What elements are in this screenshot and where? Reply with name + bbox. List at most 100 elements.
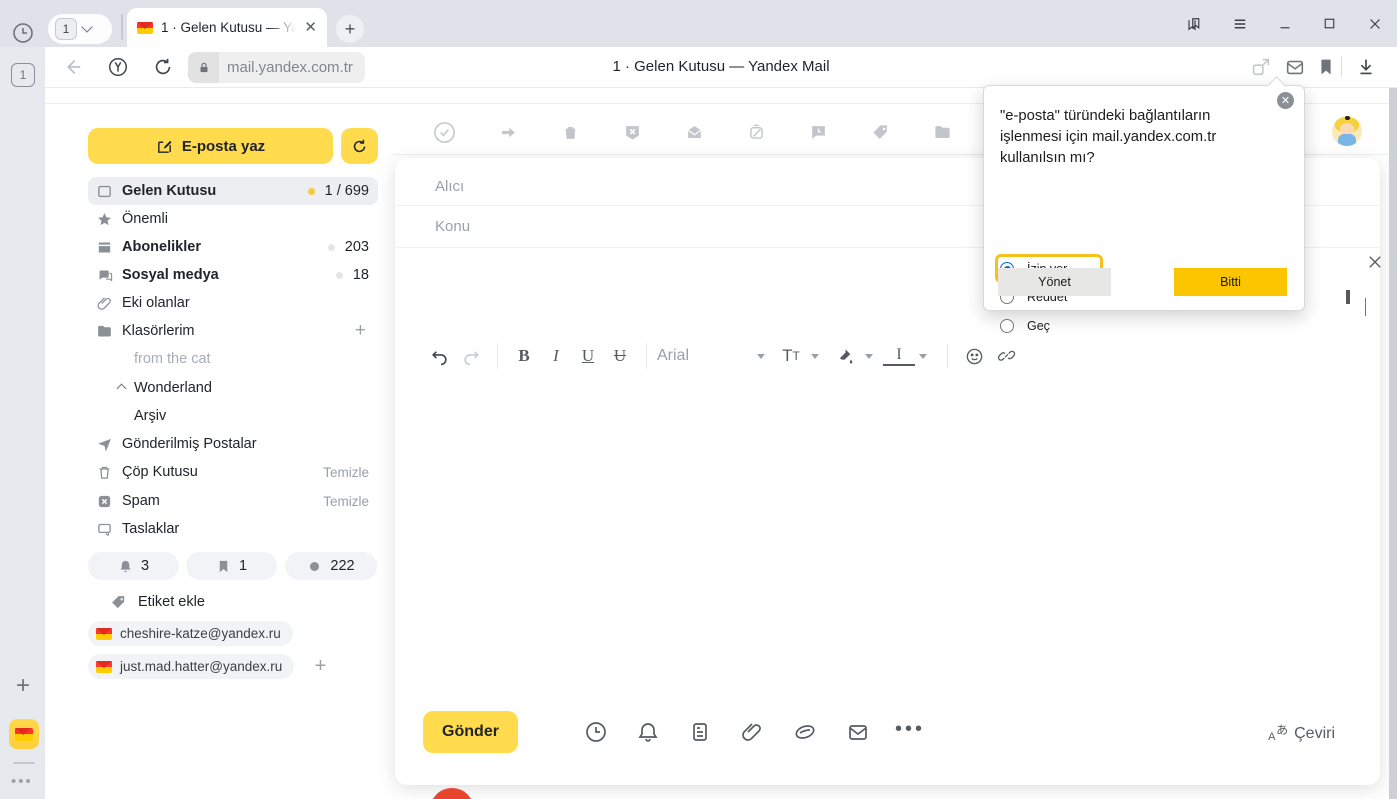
mail-notifier-icon[interactable] <box>1284 56 1306 78</box>
font-size-button[interactable]: TT <box>775 346 807 366</box>
tab-group-count: 1 <box>55 18 77 40</box>
folder-label: Önemli <box>122 211 378 227</box>
add-account-icon[interactable]: + <box>308 654 333 679</box>
sidebar-item-subscriptions[interactable]: Abonelikler 203 <box>88 233 378 261</box>
move-to-folder-icon[interactable] <box>933 123 952 142</box>
close-compose-icon[interactable] <box>1366 253 1384 271</box>
schedule-send-icon[interactable] <box>584 720 608 744</box>
formatting-toolbar: B I U U Arial TT I <box>423 340 1022 372</box>
to-field[interactable]: Alıcı <box>435 178 464 195</box>
radio-label: Geç <box>1027 319 1050 333</box>
sidebar-item-from-the-cat[interactable]: from the cat <box>88 345 378 373</box>
send-button[interactable]: Gönder <box>423 711 518 753</box>
chevron-down-icon[interactable] <box>811 354 819 359</box>
mark-read-icon[interactable] <box>685 123 704 142</box>
strikethrough-button[interactable]: U <box>604 346 636 366</box>
template-icon[interactable] <box>688 720 712 744</box>
rail-more-icon[interactable]: ••• <box>11 773 33 790</box>
sidebar-item-sent[interactable]: Gönderilmiş Postalar <box>88 430 378 458</box>
attach-file-icon[interactable] <box>740 720 764 744</box>
sidebar-item-trash[interactable]: Çöp Kutusu Temizle <box>88 458 378 486</box>
radio-option-skip[interactable]: Geç <box>1000 319 1050 333</box>
reminders-badge[interactable]: 3 <box>88 552 179 580</box>
downloads-icon[interactable] <box>1355 56 1377 78</box>
account-item[interactable]: cheshire-katze@yandex.ru <box>88 621 293 646</box>
redo-icon[interactable] <box>455 347 487 366</box>
browser-tab-strip: 1 1 · Gelen Kutusu — Yand ✕ + <box>0 0 1397 47</box>
link-button[interactable] <box>990 347 1022 366</box>
rail-divider <box>13 762 35 764</box>
yandex-mail-favicon <box>137 22 153 34</box>
chevron-down-icon[interactable] <box>865 354 873 359</box>
mark-spam-icon[interactable] <box>623 123 642 142</box>
subject-field[interactable]: Konu <box>435 218 470 235</box>
refresh-button[interactable] <box>341 128 378 164</box>
text-color-button[interactable]: I <box>883 347 915 366</box>
expand-chevron-icon[interactable] <box>117 383 127 393</box>
tab-counter[interactable]: 1 <box>11 63 35 87</box>
manage-button[interactable]: Yönet <box>998 268 1111 296</box>
badge-count: 3 <box>141 558 149 574</box>
chevron-down-icon[interactable] <box>757 354 765 359</box>
side-panel-icon[interactable] <box>1173 0 1217 47</box>
yandex-mail-app-icon[interactable] <box>9 719 39 749</box>
page-scrollbar[interactable] <box>1389 88 1397 799</box>
delete-icon[interactable] <box>561 123 580 142</box>
close-window-button[interactable] <box>1352 0 1397 47</box>
unread-badge[interactable]: 222 <box>285 552 377 580</box>
bookmark-icon[interactable] <box>1315 56 1337 78</box>
folder-label: Taslaklar <box>122 521 378 537</box>
menu-icon[interactable] <box>1217 0 1262 47</box>
remind-icon[interactable] <box>809 123 828 142</box>
bold-button[interactable]: B <box>508 346 540 366</box>
maximize-button[interactable] <box>1307 0 1352 47</box>
undo-icon[interactable] <box>423 347 455 366</box>
tab-group-pill[interactable]: 1 <box>48 14 112 44</box>
sidebar-item-inbox[interactable]: Gelen Kutusu 1 / 699 <box>88 177 378 205</box>
underline-button[interactable]: U <box>572 346 604 366</box>
new-tab-button[interactable]: + <box>336 15 364 43</box>
add-folder-icon[interactable]: + <box>355 320 366 342</box>
share-icon[interactable] <box>1250 56 1272 78</box>
sidebar-item-with-attachments[interactable]: Eki olanlar <box>88 289 378 317</box>
select-check-icon[interactable] <box>433 121 456 144</box>
chevron-down-icon[interactable] <box>919 354 927 359</box>
account-item[interactable]: just.mad.hatter@yandex.ru <box>88 654 294 679</box>
user-avatar[interactable] <box>1332 116 1362 146</box>
mute-icon[interactable] <box>747 123 766 142</box>
sidebar-item-important[interactable]: Önemli <box>88 205 378 233</box>
history-icon[interactable] <box>11 21 35 45</box>
yandex-mail-logo <box>15 728 33 741</box>
add-label-item[interactable]: Etiket ekle <box>88 588 378 616</box>
attach-from-mail-icon[interactable] <box>846 720 870 744</box>
radio-icon[interactable] <box>1000 319 1014 333</box>
emoji-button[interactable] <box>958 347 990 366</box>
done-button[interactable]: Bitti <box>1174 268 1287 296</box>
clear-folder-link[interactable]: Temizle <box>323 494 369 509</box>
notify-icon[interactable] <box>636 720 660 744</box>
italic-button[interactable]: I <box>540 346 572 366</box>
rail-new-tab-icon[interactable]: + <box>11 674 35 698</box>
sidebar-item-my-folders[interactable]: Klasörlerim + <box>88 317 378 345</box>
tab-close-icon[interactable]: ✕ <box>304 20 317 35</box>
sidebar-item-archive[interactable]: Arşiv <box>88 402 378 430</box>
compose-button[interactable]: E-posta yaz <box>88 128 333 164</box>
collapse-compose-icon[interactable] <box>1365 298 1379 312</box>
attach-from-disk-icon[interactable] <box>793 720 817 744</box>
font-select[interactable]: Arial <box>657 347 753 365</box>
sidebar-item-drafts[interactable]: Taslaklar <box>88 515 378 543</box>
protocol-handler-popup: ✕ "e-posta" türündeki bağlantıların işle… <box>983 85 1305 311</box>
minimize-button[interactable] <box>1262 0 1307 47</box>
forward-icon[interactable] <box>499 123 518 142</box>
sidebar-item-spam[interactable]: Spam Temizle <box>88 487 378 515</box>
sidebar-item-wonderland[interactable]: Wonderland <box>88 374 378 402</box>
folder-label: Gönderilmiş Postalar <box>122 436 378 452</box>
active-tab[interactable]: 1 · Gelen Kutusu — Yand ✕ <box>127 8 327 47</box>
label-icon[interactable] <box>871 123 890 142</box>
translate-button[interactable]: Aあ Çeviri <box>1268 723 1335 743</box>
more-options-icon[interactable]: ••• <box>895 718 925 741</box>
highlight-color-button[interactable] <box>829 347 861 366</box>
sidebar-item-social[interactable]: Sosyal medya 18 <box>88 261 378 289</box>
bookmarks-badge[interactable]: 1 <box>186 552 277 580</box>
clear-folder-link[interactable]: Temizle <box>323 465 369 480</box>
